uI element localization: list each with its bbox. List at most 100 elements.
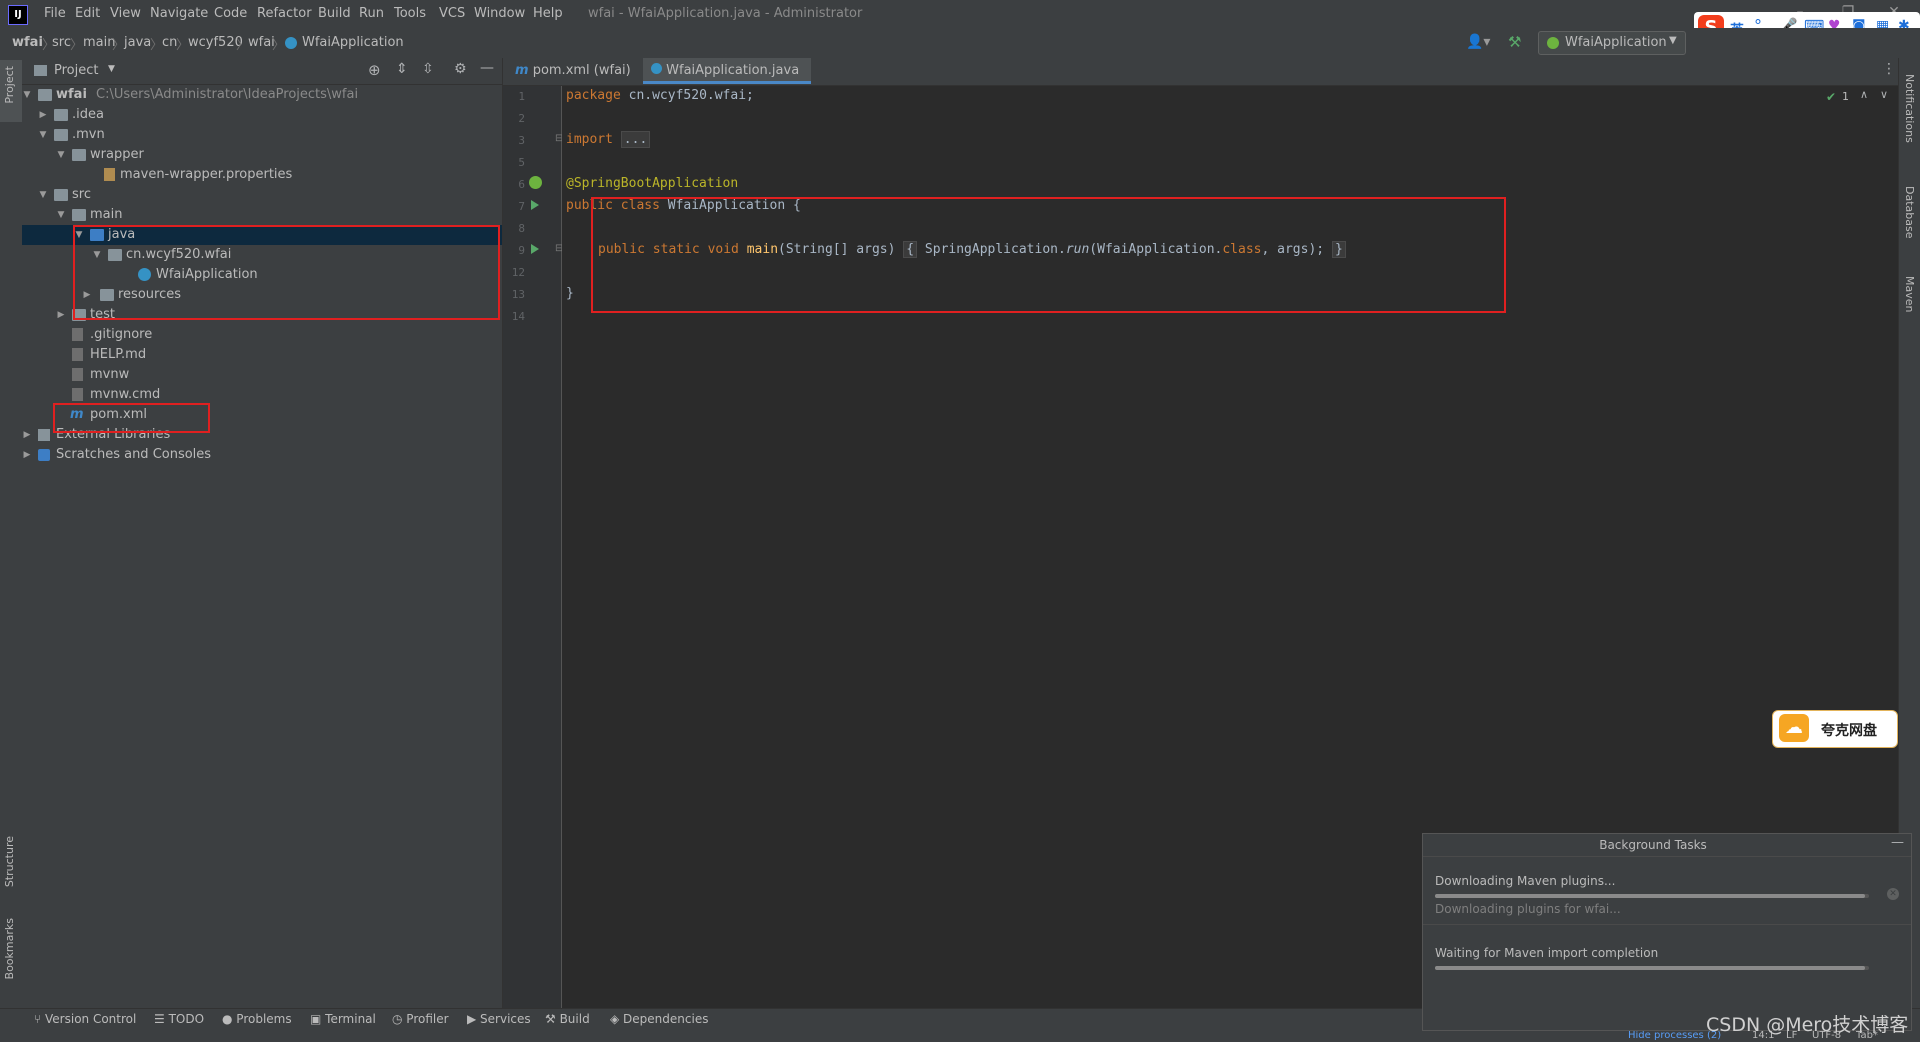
inspection-ok-icon[interactable]: ✔ xyxy=(1826,90,1836,104)
next-highlight-icon[interactable]: ∨ xyxy=(1880,88,1888,101)
tree-item-main[interactable]: ▼ main xyxy=(22,205,502,225)
menu-view[interactable]: View xyxy=(110,6,141,21)
locate-icon[interactable]: ⊕ xyxy=(368,61,381,79)
scratches-icon xyxy=(38,449,50,461)
notifications-tool-label[interactable]: Notifications xyxy=(1903,74,1916,143)
minimize-icon[interactable]: — xyxy=(1891,835,1904,850)
profiler-tool[interactable]: ◷ Profiler xyxy=(392,1012,449,1026)
quark-drive-popup[interactable]: ☁ 夸克网盘 xyxy=(1772,710,1898,748)
menu-edit[interactable]: Edit xyxy=(75,6,100,21)
breadcrumb-src[interactable]: src xyxy=(52,35,71,50)
database-tool-label[interactable]: Database xyxy=(1903,186,1916,239)
folder-icon xyxy=(54,109,68,121)
breadcrumb-main[interactable]: main xyxy=(83,35,115,50)
tab-pom-xml[interactable]: m pom.xml (wfai) ✕ xyxy=(507,58,649,103)
menu-refactor[interactable]: Refactor xyxy=(257,6,312,21)
highlight-box-java-folder xyxy=(73,225,500,320)
menu-navigate[interactable]: Navigate xyxy=(150,6,208,21)
task-progress-fill xyxy=(1435,894,1865,898)
chevron-right-icon[interactable]: ▶ xyxy=(22,445,32,465)
editor-tab-bar: m pom.xml (wfai) ✕ WfaiApplication.java … xyxy=(503,58,1898,103)
left-tool-stripe: Project Structure Bookmarks xyxy=(0,58,23,1018)
version-control-tool[interactable]: ⑂ Version Control xyxy=(34,1012,136,1026)
gear-icon[interactable]: ⚙ xyxy=(454,61,467,77)
tab-label: WfaiApplication.java xyxy=(666,63,800,78)
tree-item-mvn[interactable]: ▼ .mvn xyxy=(22,125,502,145)
tree-item-idea[interactable]: ▶ .idea xyxy=(22,105,502,125)
project-view-label[interactable]: Project xyxy=(54,63,98,78)
structure-tool-label[interactable]: Structure xyxy=(3,836,16,887)
breadcrumb-java[interactable]: java xyxy=(124,35,151,50)
line-number: 13 xyxy=(511,288,525,301)
line-number: 7 xyxy=(518,200,525,213)
collapse-all-icon[interactable]: ⇳ xyxy=(422,61,434,77)
chevron-right-icon[interactable]: ▶ xyxy=(38,105,48,125)
chevron-down-icon[interactable]: ▼ xyxy=(38,185,48,205)
user-icon[interactable]: 👤▾ xyxy=(1466,34,1490,50)
project-panel-header: Project ▼ ⊕ ⇕ ⇳ ⚙ — xyxy=(22,58,502,85)
run-gutter-icon[interactable] xyxy=(531,244,539,254)
terminal-tool[interactable]: ▣ Terminal xyxy=(310,1012,376,1026)
run-configuration-select[interactable]: WfaiApplication ▼ xyxy=(1538,31,1686,55)
task-progress-bar xyxy=(1435,966,1869,970)
menu-vcs[interactable]: VCS xyxy=(439,6,465,21)
code-line-13: } xyxy=(566,286,574,301)
tree-label: mvnw.cmd xyxy=(90,387,161,402)
tree-item-maven-wrapper-properties[interactable]: maven-wrapper.properties xyxy=(22,165,502,185)
menu-tools[interactable]: Tools xyxy=(394,6,426,21)
menu-window[interactable]: Window xyxy=(474,6,525,21)
tab-label: pom.xml (wfai) xyxy=(532,63,631,78)
chevron-down-icon[interactable]: ▼ xyxy=(108,64,115,74)
dependencies-tool[interactable]: ◈ Dependencies xyxy=(610,1012,708,1026)
previous-highlight-icon[interactable]: ∧ xyxy=(1860,88,1868,101)
bookmarks-tool-label[interactable]: Bookmarks xyxy=(3,918,16,979)
problems-tool[interactable]: ● Problems xyxy=(222,1012,292,1026)
tree-item-help-md[interactable]: HELP.md xyxy=(22,345,502,365)
divider xyxy=(1423,924,1911,925)
line-number: 2 xyxy=(518,112,525,125)
chevron-right-icon[interactable]: ▶ xyxy=(22,425,32,445)
spring-bean-icon[interactable] xyxy=(529,176,542,189)
hide-panel-icon[interactable]: — xyxy=(480,60,494,76)
tree-item-mvnw-cmd[interactable]: mvnw.cmd xyxy=(22,385,502,405)
tab-wfaiapplication-java[interactable]: WfaiApplication.java ✕ xyxy=(643,58,811,103)
breadcrumb-wcyf520[interactable]: wcyf520 xyxy=(188,35,243,50)
chevron-down-icon[interactable]: ▼ xyxy=(38,125,48,145)
chevron-right-icon[interactable]: ▶ xyxy=(56,305,66,325)
menu-help[interactable]: Help xyxy=(533,6,563,21)
menu-run[interactable]: Run xyxy=(359,6,384,21)
services-tool[interactable]: ▶ Services xyxy=(467,1012,531,1026)
maven-tool-label[interactable]: Maven xyxy=(1903,276,1916,312)
folded-imports[interactable]: ... xyxy=(620,131,651,148)
tree-item-wfai[interactable]: ▼ wfai C:\Users\Administrator\IdeaProjec… xyxy=(22,85,502,105)
expand-all-icon[interactable]: ⇕ xyxy=(396,61,408,77)
chevron-down-icon[interactable]: ▼ xyxy=(22,85,32,105)
todo-tool[interactable]: ☰ TODO xyxy=(154,1012,204,1026)
run-gutter-icon[interactable] xyxy=(531,200,539,210)
breadcrumb-wfai-package[interactable]: wfai xyxy=(248,35,275,50)
chevron-down-icon[interactable]: ▼ xyxy=(56,145,66,165)
tree-label: wrapper xyxy=(90,147,144,162)
maven-icon: m xyxy=(515,63,529,78)
tree-item-wrapper[interactable]: ▼ wrapper xyxy=(22,145,502,165)
menu-build[interactable]: Build xyxy=(318,6,351,21)
tree-item-gitignore[interactable]: .gitignore xyxy=(22,325,502,345)
chevron-down-icon[interactable]: ▼ xyxy=(56,205,66,225)
cancel-task-icon[interactable]: ✕ xyxy=(1887,888,1899,900)
breadcrumb-wfaiapplication[interactable]: WfaiApplication xyxy=(302,35,404,50)
menu-code[interactable]: Code xyxy=(214,6,247,21)
line-number: 1 xyxy=(518,90,525,103)
tree-item-src[interactable]: ▼ src xyxy=(22,185,502,205)
build-hammer-icon[interactable]: ⚒ xyxy=(1508,33,1521,51)
tree-item-mvnw[interactable]: mvnw xyxy=(22,365,502,385)
more-options-icon[interactable]: ⋮ xyxy=(1882,61,1896,77)
line-number: 6 xyxy=(518,178,525,191)
breadcrumb-wfai[interactable]: wfai xyxy=(12,35,43,50)
menu-file[interactable]: File xyxy=(44,6,66,21)
tree-item-scratches[interactable]: ▶ Scratches and Consoles xyxy=(22,445,502,465)
build-tool[interactable]: ⚒ Build xyxy=(545,1012,590,1026)
project-tool-label[interactable]: Project xyxy=(3,66,16,104)
folder-icon xyxy=(54,189,68,201)
file-icon xyxy=(72,328,83,341)
highlight-box-pom-xml xyxy=(53,403,210,433)
